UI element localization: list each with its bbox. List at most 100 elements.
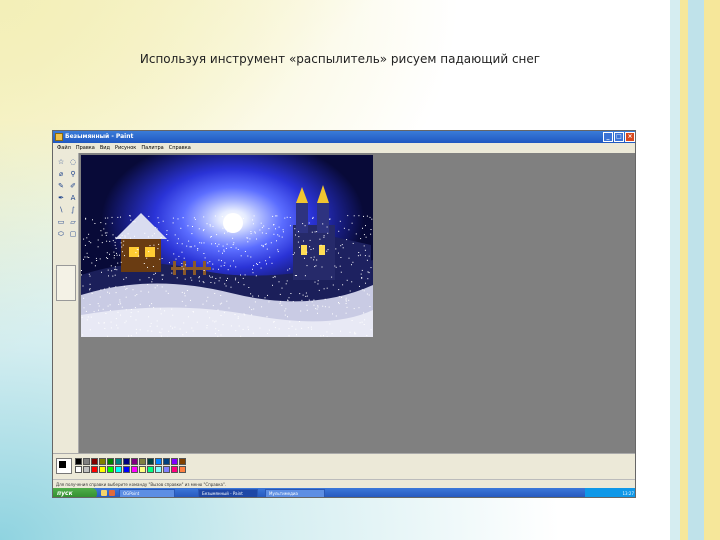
taskbar-item-paint[interactable]: Безымянный - Paint [198,489,258,497]
paint-tool-icon[interactable]: ✐ [68,181,78,191]
menu-file[interactable]: Файл [57,143,71,153]
paint-tool-icon[interactable]: ∖ [56,205,66,215]
snow-dot [209,225,211,227]
palette-swatch[interactable] [123,458,130,465]
palette-swatch[interactable] [75,466,82,473]
snow-dot [309,239,311,241]
paint-tool-icon[interactable]: ✒ [56,193,66,203]
paint-tool-icon[interactable]: ▢ [68,229,78,239]
maximize-button[interactable]: □ [614,132,624,142]
palette-swatch[interactable] [91,458,98,465]
paint-tool-icon[interactable]: ◌ [68,157,78,167]
snow-dot [203,270,205,271]
palette-swatch[interactable] [147,466,154,473]
tool-options-box[interactable] [56,265,76,301]
palette-swatch[interactable] [107,466,114,473]
snow-dot [160,335,162,337]
palette-swatch[interactable] [147,458,154,465]
palette-swatch[interactable] [171,466,178,473]
snow-dot [273,321,274,323]
snow-dot [235,247,237,249]
snow-dot [202,281,204,283]
paint-tool-icon[interactable]: ▭ [56,217,66,227]
snow-dot [299,293,301,295]
snow-dot [167,240,169,242]
palette-swatch[interactable] [179,458,186,465]
menu-view[interactable]: Вид [100,143,110,153]
start-button[interactable]: пуск [53,488,97,497]
paint-tool-icon[interactable]: ⌀ [56,169,66,179]
paint-tool-icon[interactable]: ⚲ [68,169,78,179]
palette-swatch[interactable] [163,458,170,465]
palette-swatch[interactable] [171,458,178,465]
snow-dot [270,242,272,244]
palette-swatch[interactable] [155,466,162,473]
paint-tool-icon[interactable]: ⬭ [56,229,66,239]
snow-dot [106,232,108,234]
snow-dot [101,271,102,273]
snow-dot [81,316,83,318]
snow-dot [249,306,250,308]
palette-swatch[interactable] [123,466,130,473]
menu-image[interactable]: Рисунок [115,143,136,153]
menu-help[interactable]: Справка [169,143,191,153]
snow-dot [90,242,92,244]
palette-swatch[interactable] [99,458,106,465]
palette-swatch[interactable] [83,466,90,473]
snow-dot [244,274,246,276]
paint-tool-icon[interactable]: ✎ [56,181,66,191]
snow-dot [88,240,90,242]
paint-tool-icon[interactable]: ▱ [68,217,78,227]
snow-dot [158,243,160,245]
snow-dot [93,311,95,313]
snow-dot [240,335,242,337]
snow-dot [306,265,308,267]
palette-swatch[interactable] [131,466,138,473]
snow-dot [305,295,307,297]
snow-dot [260,222,262,224]
palette-swatch[interactable] [163,466,170,473]
palette-swatch[interactable] [115,458,122,465]
snow-dot [119,237,121,239]
palette-swatch[interactable] [131,458,138,465]
palette-swatch[interactable] [91,466,98,473]
palette-swatch[interactable] [139,458,146,465]
snow-dot [202,230,204,232]
snow-dot [83,307,85,309]
paint-tool-icon[interactable]: ☆ [56,157,66,167]
palette-swatch[interactable] [179,466,186,473]
menu-edit[interactable]: Правка [76,143,95,153]
window-titlebar[interactable]: Безымянный - Paint _ □ × [53,131,635,143]
drawing-canvas[interactable] [81,155,373,337]
snow-dot [161,286,163,288]
palette-swatch[interactable] [155,458,162,465]
paint-app-icon [55,133,63,141]
snow-dot [164,310,166,312]
snow-dot [86,252,88,254]
snow-dot [226,243,228,245]
taskbar-item[interactable]: Мультимедиа [265,489,325,497]
palette-swatch[interactable] [75,458,82,465]
snow-dot [104,232,106,234]
palette-swatch[interactable] [115,466,122,473]
palette-swatch[interactable] [99,466,106,473]
quicklaunch-icon[interactable] [101,490,107,496]
palette-swatch[interactable] [139,466,146,473]
snow-dot [331,276,333,278]
close-button[interactable]: × [625,132,635,142]
paint-tool-icon[interactable]: ∫ [68,205,78,215]
taskbar-item[interactable]: OGPoint [119,489,175,497]
minimize-button[interactable]: _ [603,132,613,142]
current-colors[interactable] [56,458,72,474]
snow-dot [338,296,340,298]
menu-palette[interactable]: Палитра [141,143,163,153]
snow-dot [117,216,119,218]
palette-swatch[interactable] [107,458,114,465]
snow-dot [316,259,318,261]
snow-dot [370,267,372,269]
paint-tool-icon[interactable]: A [68,193,78,203]
snow-dot [316,231,318,233]
palette-swatch[interactable] [83,458,90,465]
quicklaunch-icon[interactable] [109,490,115,496]
snow-dot [219,303,221,305]
